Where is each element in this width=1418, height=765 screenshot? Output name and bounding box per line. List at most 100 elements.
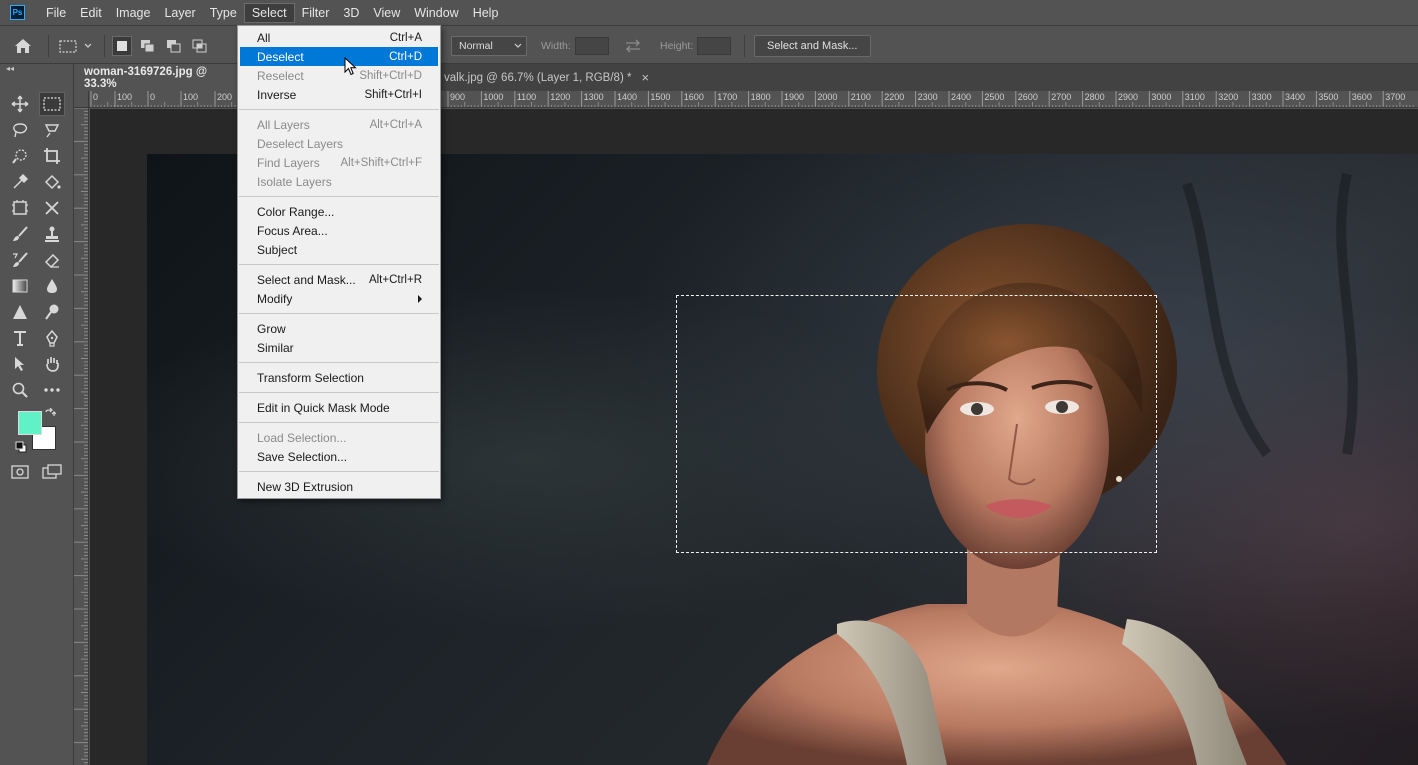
menu-item-modify[interactable]: Modify: [238, 289, 440, 308]
menu-item-subject[interactable]: Subject: [238, 240, 440, 259]
menu-help[interactable]: Help: [466, 3, 506, 23]
ruler-label: 200: [217, 92, 232, 102]
lasso-tool[interactable]: [7, 118, 33, 142]
submenu-arrow-icon: [418, 294, 422, 303]
menu-item-transform-selection[interactable]: Transform Selection: [238, 368, 440, 387]
marquee-preset-picker[interactable]: [58, 27, 92, 64]
menu-item-isolate-layers[interactable]: Isolate Layers: [238, 172, 440, 191]
clone-stamp-tool[interactable]: [39, 222, 65, 246]
frame-tool[interactable]: [7, 196, 33, 220]
collapse-panel-icon[interactable]: ◂◂: [0, 64, 73, 88]
dodge-tool[interactable]: [39, 300, 65, 324]
menu-item-select-and-mask[interactable]: Select and Mask... Alt+Ctrl+R: [238, 270, 440, 289]
subtract-from-selection-button[interactable]: [164, 36, 184, 56]
height-field[interactable]: [697, 36, 731, 55]
brush-tool[interactable]: [7, 222, 33, 246]
history-brush-tool[interactable]: [7, 248, 33, 272]
menu-item-inverse[interactable]: Inverse Shift+Ctrl+I: [238, 85, 440, 104]
foreground-color-swatch[interactable]: [18, 411, 42, 435]
swap-arrows-icon: [626, 39, 640, 52]
menu-select[interactable]: Select: [243, 2, 295, 23]
menu-file[interactable]: File: [39, 3, 73, 23]
move-tool[interactable]: [7, 92, 33, 116]
menu-item-grow[interactable]: Grow: [238, 319, 440, 338]
menu-item-deselect-layers[interactable]: Deselect Layers: [238, 134, 440, 153]
document-tab[interactable]: valk.jpg @ 66.7% (Layer 1, RGB/8) * ×: [434, 64, 660, 91]
style-select[interactable]: Normal: [451, 35, 527, 56]
path-selection-tool[interactable]: [7, 352, 33, 376]
intersect-selection-button[interactable]: [190, 36, 210, 56]
crop-icon: [44, 148, 60, 164]
pen-tool[interactable]: [39, 326, 65, 350]
options-bar: Normal Width: Height: Select and Mask...: [0, 27, 1418, 64]
menu-item-find-layers[interactable]: Find Layers Alt+Shift+Ctrl+F: [238, 153, 440, 172]
magnetic-lasso-tool[interactable]: [39, 118, 65, 142]
gradient-tool[interactable]: [7, 274, 33, 298]
ruler-label: 1000: [483, 92, 503, 102]
ruler-label: 100: [183, 92, 198, 102]
ruler-label: 2100: [851, 92, 871, 102]
blur-tool[interactable]: [39, 274, 65, 298]
vertical-ruler[interactable]: [74, 108, 89, 765]
menu-item-color-range[interactable]: Color Range...: [238, 202, 440, 221]
type-tool[interactable]: [7, 326, 33, 350]
menu-item-load-selection[interactable]: Load Selection...: [238, 428, 440, 447]
menu-image[interactable]: Image: [109, 3, 158, 23]
menu-separator: [239, 109, 439, 110]
menu-item-similar[interactable]: Similar: [238, 338, 440, 357]
menu-item-label: Modify: [257, 291, 293, 306]
document-tab-active[interactable]: woman-3169726.jpg @ 33.3%: [74, 64, 244, 91]
default-colors-button[interactable]: [14, 440, 28, 454]
swap-width-height-button[interactable]: [624, 27, 642, 64]
menu-item-label: Load Selection...: [257, 430, 347, 445]
crop-tool[interactable]: [39, 144, 65, 168]
menu-edit[interactable]: Edit: [73, 3, 109, 23]
menu-view[interactable]: View: [366, 3, 407, 23]
menu-separator: [239, 362, 439, 363]
triangle-icon: [13, 305, 27, 319]
swap-colors-button[interactable]: [43, 407, 57, 421]
menu-item-all-layers[interactable]: All Layers Alt+Ctrl+A: [238, 115, 440, 134]
eyedropper-tool[interactable]: [7, 170, 33, 194]
menu-item-save-selection[interactable]: Save Selection...: [238, 447, 440, 466]
menu-window[interactable]: Window: [407, 3, 465, 23]
menu-item-label: Subject: [257, 242, 298, 257]
patch-tool[interactable]: [39, 196, 65, 220]
menu-item-reselect[interactable]: Reselect Shift+Ctrl+D: [238, 66, 440, 85]
menu-layer[interactable]: Layer: [157, 3, 202, 23]
menu-3d[interactable]: 3D: [336, 3, 366, 23]
rectangular-marquee-tool[interactable]: [39, 92, 65, 116]
sharpen-tool[interactable]: [7, 300, 33, 324]
more-tools-button[interactable]: [39, 378, 65, 402]
menu-type[interactable]: Type: [203, 3, 244, 23]
add-selection-icon: [141, 39, 155, 52]
new-selection-button[interactable]: [112, 35, 132, 56]
home-button[interactable]: [14, 27, 32, 64]
menu-filter[interactable]: Filter: [295, 3, 337, 23]
quick-mask-button[interactable]: [7, 460, 33, 484]
rect-marquee-icon: [43, 97, 61, 111]
hand-tool[interactable]: [39, 352, 65, 376]
screen-mode-button[interactable]: [39, 460, 65, 484]
add-to-selection-button[interactable]: [138, 36, 158, 56]
zoom-tool[interactable]: [7, 378, 33, 402]
width-field[interactable]: [575, 36, 609, 55]
close-icon[interactable]: ×: [641, 70, 649, 85]
eraser-tool[interactable]: [39, 248, 65, 272]
menu-item-all[interactable]: All Ctrl+A: [238, 28, 440, 47]
ruler-label: 2200: [884, 92, 904, 102]
arrow-select-icon: [15, 357, 24, 371]
paint-bucket-tool[interactable]: [39, 170, 65, 194]
ruler-label: 1400: [617, 92, 637, 102]
brush-icon: [13, 226, 28, 241]
ruler-origin[interactable]: [74, 91, 89, 108]
magnifier-icon: [12, 382, 28, 398]
menu-item-quick-mask-mode[interactable]: Edit in Quick Mask Mode: [238, 398, 440, 417]
dodge-icon: [45, 304, 59, 320]
select-menu-dropdown: All Ctrl+A Deselect Ctrl+D Reselect Shift+C…: [237, 25, 441, 499]
menu-item-new-3d-extrusion[interactable]: New 3D Extrusion: [238, 477, 440, 496]
quick-selection-tool[interactable]: [7, 144, 33, 168]
menu-item-deselect[interactable]: Deselect Ctrl+D: [240, 47, 438, 66]
select-and-mask-button[interactable]: Select and Mask...: [754, 34, 871, 57]
menu-item-focus-area[interactable]: Focus Area...: [238, 221, 440, 240]
